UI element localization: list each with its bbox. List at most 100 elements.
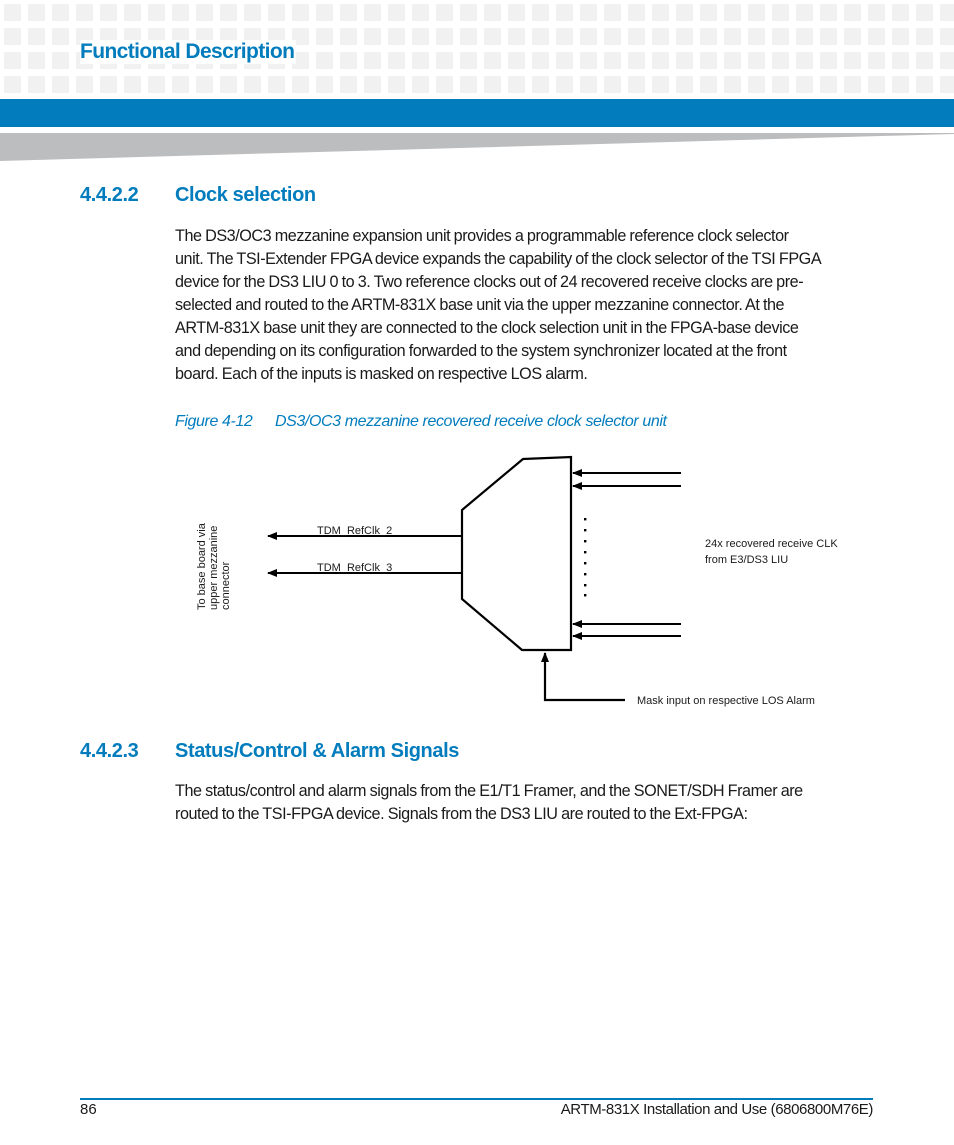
header-tile: [460, 76, 477, 93]
header-tile: [220, 76, 237, 93]
header-tile: [484, 76, 501, 93]
header-tile: [292, 76, 309, 93]
paragraph-line: The DS3/OC3 mezzanine expansion unit pro…: [175, 227, 789, 245]
header-tile: [364, 52, 381, 69]
paragraph-line: unit. The TSI-Extender FPGA device expan…: [175, 250, 822, 268]
header-blue-bar: [0, 99, 954, 127]
header-tile: [724, 76, 741, 93]
header-tile: [532, 76, 549, 93]
status-control-paragraph: The status/control and alarm signals fro…: [175, 780, 875, 826]
header-tile: [892, 52, 909, 69]
paragraph-line: device for the DS3 LIU 0 to 3. Two refer…: [175, 273, 804, 291]
header-tile: [52, 52, 69, 69]
header-tile: [388, 52, 405, 69]
header-tile: [316, 28, 333, 45]
header-tile: [628, 52, 645, 69]
header-tile: [508, 28, 525, 45]
header-tile: [916, 76, 933, 93]
output-label-refclk-3: TDM_RefClk_3: [317, 562, 392, 574]
header-tile: [508, 52, 525, 69]
clock-selection-paragraph: The DS3/OC3 mezzanine expansion unit pro…: [175, 225, 875, 386]
header-tile: [748, 76, 765, 93]
section-number: 4.4.2.2: [80, 184, 139, 206]
destination-label: To base board via upper mezzanine connec…: [196, 522, 232, 610]
header-tile: [652, 76, 669, 93]
header-tile: [436, 52, 453, 69]
section-title: Clock selection: [175, 184, 316, 206]
header-tile: [916, 4, 933, 21]
header-tile: [772, 76, 789, 93]
header-tile: [412, 28, 429, 45]
header-tile: [52, 28, 69, 45]
document-title: ARTM-831X Installation and Use (6806800M…: [560, 1101, 874, 1118]
header-tile: [796, 76, 813, 93]
mask-arrow: [541, 652, 625, 702]
header-tile: [892, 28, 909, 45]
header-tile: [388, 4, 405, 21]
header-tile: [508, 4, 525, 21]
header-tile: [868, 52, 885, 69]
header-tile: [220, 4, 237, 21]
header-tile: [316, 76, 333, 93]
header-tile: [916, 28, 933, 45]
header-tile: [868, 76, 885, 93]
header-tile: [772, 28, 789, 45]
section-heading-clock-selection: 4.4.2.2 Clock selection: [80, 184, 316, 207]
header-tile: [436, 28, 453, 45]
header-tile: [748, 28, 765, 45]
section-heading-status-control: 4.4.2.3 Status/Control & Alarm Signals: [80, 740, 459, 763]
header-tile: [484, 52, 501, 69]
header-tile: [508, 76, 525, 93]
header-tile: [580, 4, 597, 21]
header-tile: [412, 52, 429, 69]
header-tile: [676, 52, 693, 69]
header-tile: [436, 4, 453, 21]
header-tile: [892, 4, 909, 21]
header-tile: [676, 28, 693, 45]
clock-selector-diagram: TDM_RefClk_2 TDM_RefClk_3 To base board …: [180, 455, 838, 707]
header-tile: [364, 76, 381, 93]
header-tile: [580, 52, 597, 69]
header-tile: [892, 76, 909, 93]
header-tile: [244, 4, 261, 21]
header-tile: [844, 28, 861, 45]
header-tile: [148, 76, 165, 93]
header-tile: [604, 28, 621, 45]
header-tile: [796, 28, 813, 45]
header-tile: [28, 4, 45, 21]
header-tile: [580, 76, 597, 93]
header-tile: [532, 52, 549, 69]
header-tile: [148, 4, 165, 21]
header-tile: [292, 4, 309, 21]
header-tile: [556, 76, 573, 93]
header-tile: [820, 52, 837, 69]
figure-caption: Figure 4-12 DS3/OC3 mezzanine recovered r…: [175, 413, 667, 431]
header-tile: [580, 28, 597, 45]
header-tile: [820, 28, 837, 45]
destination-label-line: To base board via: [196, 522, 208, 610]
destination-label-line: upper mezzanine: [208, 526, 220, 610]
header-tile: [676, 76, 693, 93]
header-tile: [628, 28, 645, 45]
header-tile: [652, 4, 669, 21]
paragraph-line: and depending on its configuration forwa…: [175, 342, 787, 360]
figure-caption-text: DS3/OC3 mezzanine recovered receive cloc…: [275, 413, 667, 430]
header-tile: [748, 4, 765, 21]
header-tile: [796, 4, 813, 21]
header-tile: [340, 28, 357, 45]
header-tile: [28, 76, 45, 93]
figure-number: Figure 4-12: [175, 413, 253, 430]
header-tile: [316, 52, 333, 69]
header-tile: [556, 28, 573, 45]
header-tile: [4, 28, 21, 45]
header-tile: [700, 4, 717, 21]
header-tile: [4, 4, 21, 21]
paragraph-line: The status/control and alarm signals fro…: [175, 782, 803, 800]
header-tile: [940, 28, 954, 45]
header-tile: [628, 76, 645, 93]
header-tile: [484, 4, 501, 21]
header-tile: [868, 4, 885, 21]
header-tile: [748, 52, 765, 69]
header-tile: [340, 4, 357, 21]
header-tile: [76, 4, 93, 21]
